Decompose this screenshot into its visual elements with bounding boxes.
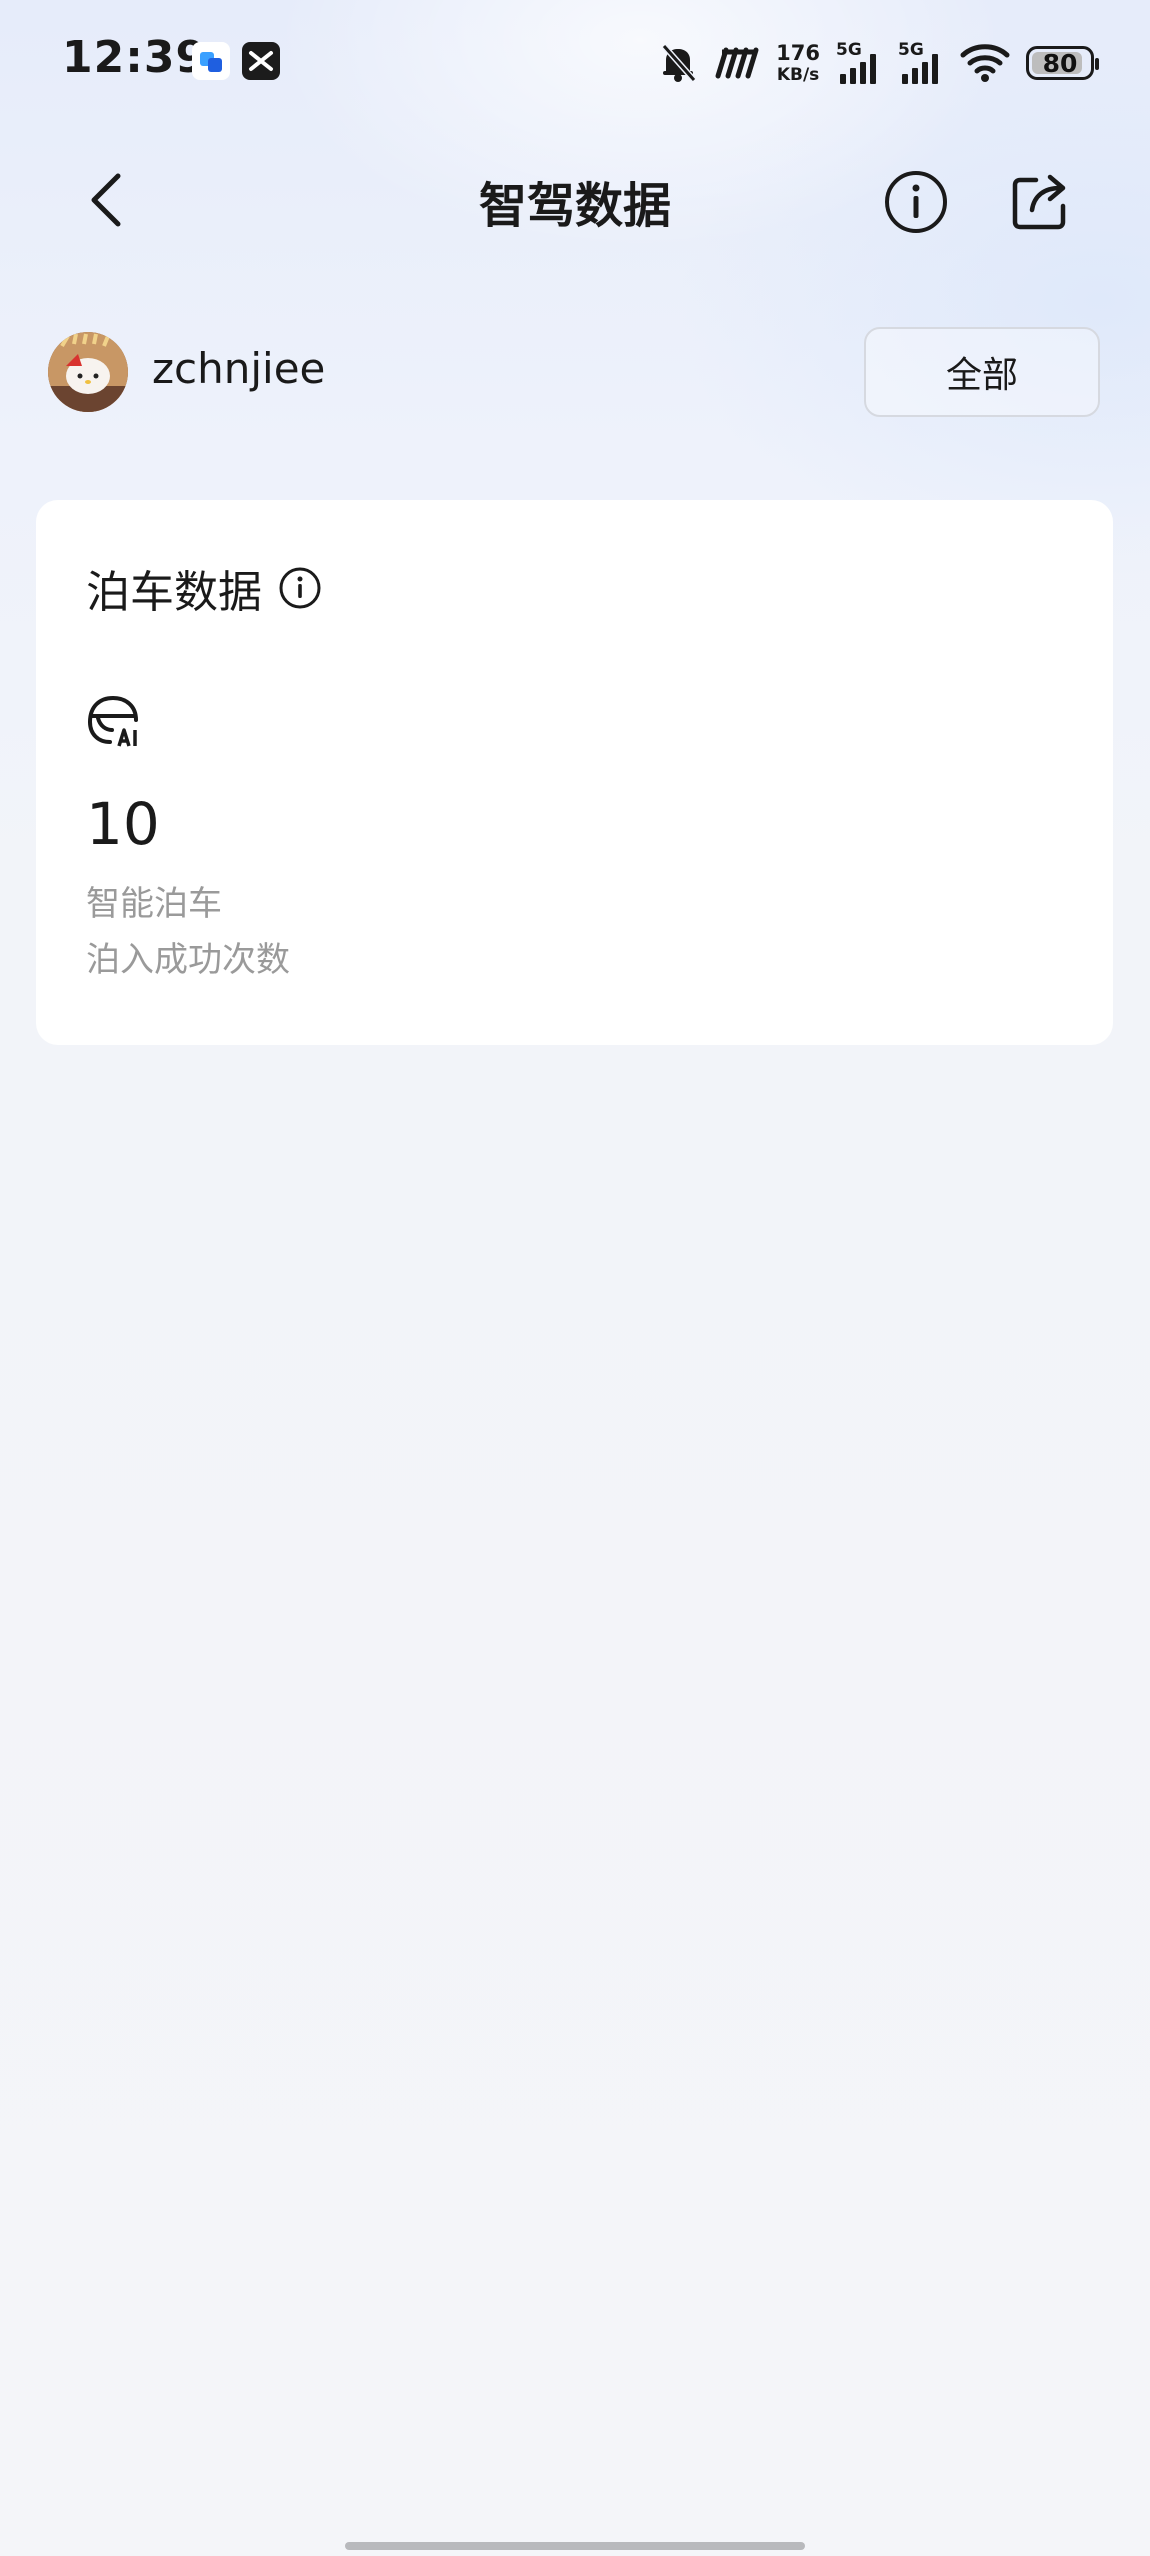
battery-icon: 80 (1026, 46, 1099, 80)
share-button[interactable] (1006, 168, 1074, 236)
share-icon (1012, 174, 1066, 230)
signal-icon: 5G (898, 40, 944, 86)
mute-bell-icon (661, 44, 697, 82)
network-speed-unit: KB/s (776, 64, 820, 85)
parking-count-sublabel: 泊入成功次数 (86, 940, 290, 980)
signal-icon: 5G (836, 40, 882, 86)
info-icon (885, 171, 947, 233)
parking-count-label: 智能泊车 (86, 884, 222, 924)
app-notification-icon (192, 42, 230, 80)
wifi-icon (960, 44, 1010, 82)
battery-level: 80 (1042, 48, 1078, 78)
hd-icon (715, 47, 759, 79)
status-icons: 176 KB/s 5G 5G 80 (658, 36, 1099, 90)
info-button[interactable] (882, 168, 950, 236)
parking-data-card: 泊车数据 10 智能泊车 泊入成功次数 (36, 500, 1113, 1045)
info-icon[interactable] (278, 566, 322, 610)
avatar[interactable] (48, 332, 128, 412)
status-bar: 12:39 176 KB/s 5G 5G 80 (0, 0, 1150, 120)
card-header: 泊车数据 (86, 556, 322, 620)
username: zchnjiee (152, 344, 326, 393)
card-title: 泊车数据 (86, 567, 262, 618)
ai-parking-icon (88, 695, 138, 747)
network-speed: 176 KB/s (776, 40, 820, 85)
parking-count-value: 10 (86, 790, 160, 858)
filter-button[interactable]: 全部 (864, 327, 1100, 417)
status-time: 12:39 (62, 32, 208, 83)
x-app-icon (242, 42, 280, 80)
network-speed-value: 176 (776, 40, 820, 65)
home-indicator[interactable] (345, 2542, 805, 2550)
page-title: 智驾数据 (478, 178, 671, 234)
